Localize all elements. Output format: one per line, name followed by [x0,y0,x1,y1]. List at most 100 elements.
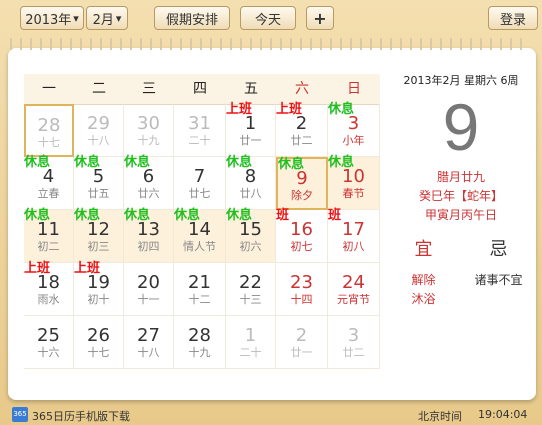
day-number: 16 [290,219,313,240]
day-cell[interactable]: 10 春节 休息 [328,156,380,210]
day-cell[interactable]: 28 十七 [24,104,74,157]
weekday-header: 日 [328,74,380,105]
day-cell[interactable]: 7 廿七 [174,157,226,210]
mobile-download-link[interactable]: 365日历手机版下载 [32,408,130,424]
day-cell[interactable]: 14 情人节 休息 [174,209,226,263]
workday-badge: 上班 [74,261,101,276]
day-number: 22 [239,272,262,293]
day-cell[interactable]: 18 雨水 上班 [24,262,74,316]
day-cell[interactable]: 2 廿二 上班 [276,103,328,157]
day-cell[interactable]: 1 二十 [226,316,276,369]
day-cell[interactable]: 31 二十 [174,104,226,157]
holiday-badge: 休息 [74,155,101,170]
day-number: 12 [87,219,110,240]
holiday-badge: 休息 [124,208,151,223]
add-event-button[interactable]: + [306,6,334,30]
day-cell[interactable]: 25 十六 [24,316,74,369]
day-cell[interactable]: 5 廿五 休息 [74,155,124,210]
day-cell[interactable]: 3 小年 休息 [328,103,380,157]
holiday-schedule-button[interactable]: 假期安排 [154,6,230,30]
lunar-label: 初六 [239,240,262,253]
day-cell[interactable]: 27 十八 [124,316,174,369]
today-button[interactable]: 今天 [240,6,296,30]
day-cell[interactable]: 29 十八 [74,104,124,157]
day-number: 4 [42,166,55,187]
login-label: 登录 [499,12,526,28]
day-cell[interactable]: 17 初八 班 [328,209,380,263]
yi-item: 沐浴 [411,292,436,306]
day-number: 11 [37,219,60,240]
lunar-label: 小年 [342,134,365,147]
holiday-badge: 休息 [226,208,253,223]
weekday-header: 六 [276,74,328,105]
binder-rings [10,38,530,50]
lunar-label: 初八 [342,240,365,253]
ganzhi-month-day: 甲寅月丙午日 [424,208,497,222]
lunar-label: 初四 [137,240,160,253]
lunar-label: 立春 [37,187,60,200]
lunar-label: 初十 [87,293,110,306]
year-value: 2013年 [25,12,72,28]
lunar-label: 初七 [290,240,313,253]
holiday-badge: 休息 [124,155,151,170]
holiday-schedule-label: 假期安排 [165,12,218,28]
day-cell[interactable]: 20 十一 [124,263,174,316]
day-cell[interactable]: 21 十二 [174,263,226,316]
day-cell[interactable]: 26 十七 [74,316,124,369]
lunar-label: 廿二 [290,134,313,147]
login-button[interactable]: 登录 [488,6,538,30]
day-number: 7 [193,166,206,187]
lunar-label: 元宵节 [337,293,370,306]
day-cell[interactable]: 15 初六 休息 [226,208,276,263]
workday-badge: 班 [276,208,290,223]
weekday-header: 四 [174,74,226,105]
day-number: 26 [87,325,110,346]
lunar-label: 十七 [38,136,60,149]
day-cell[interactable]: 1 廿一 上班 [226,103,276,157]
day-number: 3 [347,325,360,346]
day-number: 17 [342,219,365,240]
month-grid: 一二三四五六日 28 十七 29 十八 30 十九 31 二十 1 廿一 上班 2 廿二 上班 3 小年 休息 4 立… [24,74,380,370]
month-dropdown[interactable]: 2月 [86,6,128,30]
day-cell[interactable]: 19 初十 上班 [74,261,124,316]
day-cell[interactable]: 30 十九 [124,104,174,157]
lunar-label: 廿二 [342,346,365,359]
day-cell[interactable]: 22 十三 [226,263,276,316]
day-number: 9 [296,168,308,189]
day-number: 25 [37,325,60,346]
day-cell[interactable]: 23 十四 [276,263,328,316]
day-number: 14 [188,219,211,240]
day-cell[interactable]: 12 初三 休息 [74,208,124,263]
weekday-header: 三 [124,74,174,105]
day-number: 28 [188,325,211,346]
day-number: 6 [142,166,155,187]
holiday-badge: 休息 [24,208,51,223]
day-number: 1 [244,113,257,134]
year-dropdown[interactable]: 2013年 [20,6,84,30]
date-header: 2013年2月 星期六 6周 [403,74,519,87]
day-number: 23 [290,272,313,293]
day-cell[interactable]: 16 初七 班 [276,208,328,263]
day-cell[interactable]: 3 廿二 [328,316,380,369]
day-cell[interactable]: 28 十九 [174,316,226,369]
lunar-label: 除夕 [291,189,313,202]
day-number: 19 [87,272,110,293]
day-cell[interactable]: 9 除夕 休息 [276,157,328,210]
holiday-badge: 休息 [74,208,101,223]
app-logo-icon[interactable]: 365 [12,407,28,422]
app-logo-text: 365 [13,410,27,418]
day-cell[interactable]: 24 元宵节 [328,263,380,316]
day-cell[interactable]: 8 廿八 休息 [226,156,276,210]
day-cell[interactable]: 6 廿六 休息 [124,155,174,210]
day-number: 13 [137,219,160,240]
lunar-label: 廿八 [239,187,262,200]
day-cell[interactable]: 13 初四 休息 [124,208,174,263]
day-number: 10 [342,166,365,187]
lunar-label: 情人节 [183,240,216,253]
day-cell[interactable]: 2 廿一 [276,316,328,369]
lunar-label: 十六 [37,346,60,359]
day-cell[interactable]: 4 立春 休息 [24,156,74,210]
lunar-label: 廿五 [87,187,110,200]
day-cell[interactable]: 11 初二 休息 [24,208,74,263]
clock-time: 19:04:04 [478,408,528,421]
